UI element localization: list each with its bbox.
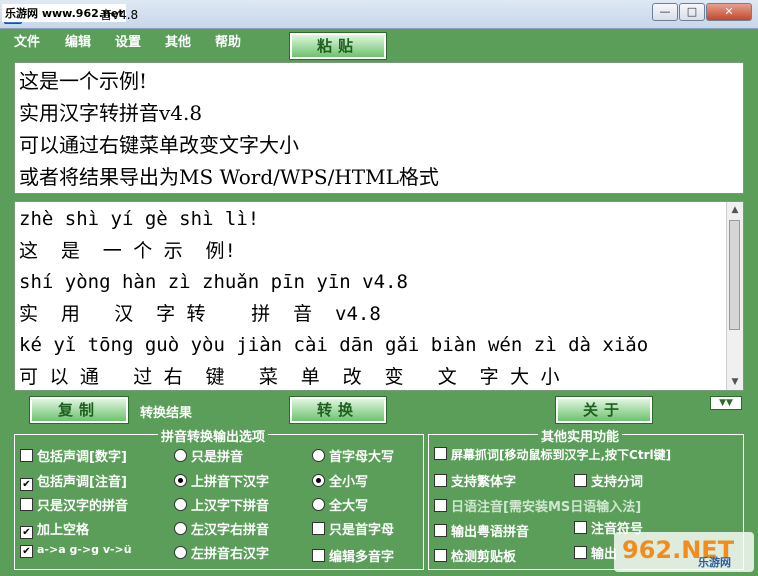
pinyin-options-title: 拼音转换输出选项 [158, 426, 269, 445]
checkbox-icon[interactable] [434, 474, 447, 487]
output-line: 可 以 通 过 右 键 菜 单 改 变 文 字 大 小 [19, 365, 560, 388]
radio-icon[interactable] [312, 498, 325, 511]
opt-traditional[interactable]: 支持繁体字 [434, 471, 516, 490]
opt-word-segmentation[interactable]: 支持分词 [574, 471, 643, 490]
scroll-thumb[interactable] [729, 220, 740, 330]
copy-button[interactable]: 复制 [29, 396, 129, 424]
convert-result-label: 转换结果 [140, 406, 193, 421]
paste-button[interactable]: 粘贴 [289, 32, 387, 60]
opt-screen-capture[interactable]: 屏幕抓词[移动鼠标到汉字上,按下Ctrl键] [434, 446, 671, 463]
radio-icon[interactable] [312, 449, 325, 462]
opt-output[interactable]: 输出 [574, 543, 617, 562]
output-line: 这 是 一 个 示 例! [19, 239, 236, 262]
about-button[interactable]: 关于 [555, 396, 653, 424]
radio-icon[interactable] [174, 449, 187, 462]
checkbox-checked-icon[interactable]: ✔ [20, 545, 33, 558]
checkbox-icon[interactable] [312, 522, 325, 535]
opt-tone-number[interactable]: 包括声调[数字] [20, 446, 127, 465]
input-line: 这是一个示例! [19, 69, 148, 93]
output-scrollbar[interactable]: ▲ ▼ [726, 202, 743, 390]
maximize-button[interactable]: □ [679, 3, 705, 21]
input-line: 可以通过右键菜单改变文字大小 [19, 133, 299, 157]
opt-only-hanzi-pinyin[interactable]: 只是汉字的拼音 [20, 495, 128, 514]
logo-subtext: 乐游网 [698, 556, 731, 569]
radio-all-lower[interactable]: 全小写 [312, 471, 368, 490]
menu-file[interactable]: 文件 [14, 31, 40, 50]
output-textarea[interactable]: zhè shì yí gè shì lì! 这 是 一 个 示 例! shí y… [14, 201, 744, 391]
menu-edit[interactable]: 编辑 [65, 31, 91, 50]
checkbox-icon[interactable] [20, 449, 33, 462]
checkbox-icon[interactable] [574, 474, 587, 487]
input-line: 实用汉字转拼音v4.8 [19, 101, 203, 125]
radio-pinyin-left[interactable]: 左拼音右汉字 [174, 543, 269, 562]
radio-icon[interactable] [174, 498, 187, 511]
menu-help[interactable]: 帮助 [215, 31, 241, 50]
opt-edit-polyphone[interactable]: 编辑多音字 [312, 546, 394, 565]
checkbox-icon[interactable] [434, 447, 447, 460]
minimize-button[interactable]: — [652, 3, 678, 21]
radio-all-upper[interactable]: 全大写 [312, 495, 368, 514]
opt-initial-only[interactable]: 只是首字母 [312, 519, 394, 538]
checkbox-icon[interactable] [312, 549, 325, 562]
site-logo: 962.NET 乐游网 [614, 532, 754, 572]
input-textarea[interactable]: 这是一个示例! 实用汉字转拼音v4.8 可以通过右键菜单改变文字大小 或者将结果… [14, 62, 744, 194]
output-line: ké yǐ tōng guò yòu jiàn cài dān gǎi biàn… [19, 334, 649, 356]
opt-clipboard-monitor[interactable]: 检测剪贴板 [434, 546, 516, 565]
close-button[interactable]: ✕ [706, 3, 752, 21]
checkbox-icon[interactable] [20, 498, 33, 511]
scroll-up-icon[interactable]: ▲ [727, 202, 743, 218]
checkbox-icon[interactable] [434, 549, 447, 562]
convert-button[interactable]: 转换 [289, 396, 387, 424]
output-line: shí yòng hàn zì zhuǎn pīn yīn v4.8 [19, 271, 408, 293]
checkbox-checked-icon[interactable]: ✔ [20, 478, 33, 491]
radio-selected-icon[interactable] [312, 474, 325, 487]
checkbox-checked-icon[interactable]: ✔ [20, 526, 33, 539]
menu-settings[interactable]: 设置 [115, 31, 141, 50]
output-line: zhè shì yí gè shì lì! [19, 208, 260, 230]
radio-pinyin-above[interactable]: 上拼音下汉字 [174, 471, 269, 490]
output-line: 实 用 汉 字 转 拼 音 v4.8 [19, 302, 381, 325]
opt-tone-mark[interactable]: ✔ 包括声调[注音] [20, 471, 127, 491]
checkbox-icon[interactable] [434, 499, 447, 512]
radio-hanzi-above[interactable]: 上汉字下拼音 [174, 495, 269, 514]
radio-icon[interactable] [174, 546, 187, 559]
radio-hanzi-left[interactable]: 左汉字右拼音 [174, 519, 269, 538]
opt-japanese[interactable]: 日语注音[需安装MS日语输入法] [434, 496, 641, 515]
opt-add-space[interactable]: ✔ 加上空格 [20, 519, 89, 539]
scroll-down-icon[interactable]: ▼ [727, 374, 743, 390]
radio-only-pinyin[interactable]: 只是拼音 [174, 446, 243, 465]
window-title: 音v4.8 [100, 8, 139, 22]
other-functions-title: 其他实用功能 [538, 426, 623, 445]
opt-cantonese[interactable]: 输出粤语拼音 [434, 521, 529, 540]
checkbox-icon[interactable] [574, 546, 587, 559]
checkbox-icon[interactable] [434, 524, 447, 537]
opt-letter-convert[interactable]: ✔ a->a g->g v->ü [20, 543, 132, 558]
title-bar: 乐游网 www.962.net 音v4.8 — □ ✕ [0, 0, 758, 29]
collapse-icon[interactable]: ▼▼ [710, 396, 742, 410]
radio-capitalize-first[interactable]: 首字母大写 [312, 446, 394, 465]
input-line: 或者将结果导出为MS Word/WPS/HTML格式 [19, 165, 439, 189]
radio-icon[interactable] [174, 522, 187, 535]
menu-other[interactable]: 其他 [165, 31, 191, 50]
checkbox-icon[interactable] [574, 521, 587, 534]
radio-selected-icon[interactable] [174, 474, 187, 487]
